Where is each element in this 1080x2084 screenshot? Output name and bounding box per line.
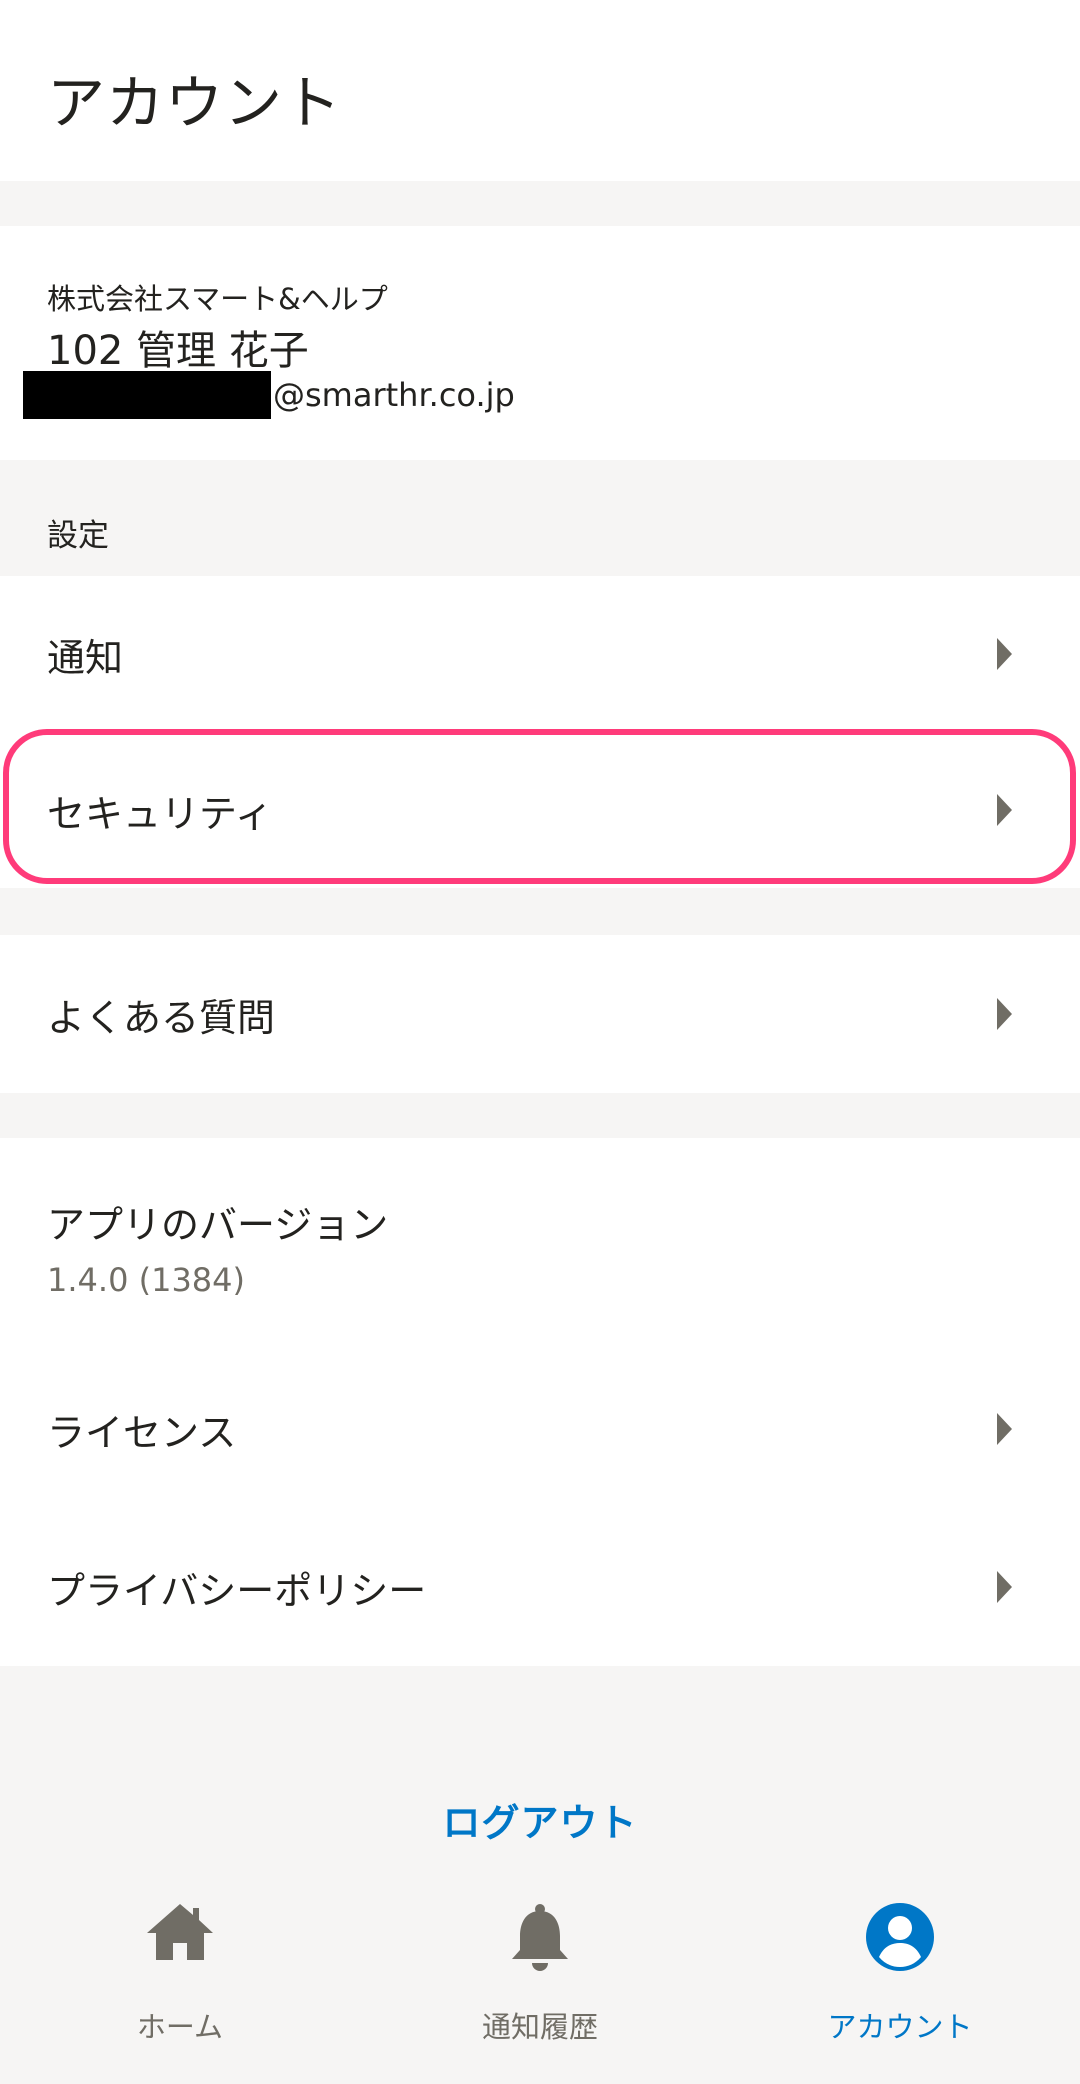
tab-label: アカウント — [827, 2010, 973, 2044]
settings-item-notifications[interactable]: 通知 — [0, 576, 1080, 732]
account-circle-icon — [865, 1902, 935, 1976]
app-version-item: アプリのバージョン 1.4.0 (1384) — [0, 1138, 1080, 1350]
faq-item[interactable]: よくある質問 — [0, 935, 1080, 1093]
email-row: @smarthr.co.jp — [23, 371, 515, 419]
chevron-right-icon — [997, 794, 1012, 826]
settings-item-label: 通知 — [47, 635, 124, 680]
company-name: 株式会社スマート&ヘルプ — [47, 282, 388, 316]
logout-button[interactable]: ログアウト — [0, 1792, 1080, 1847]
tab-account[interactable]: アカウント — [720, 1872, 1080, 2084]
email-domain: @smarthr.co.jp — [273, 376, 515, 414]
privacy-policy-item[interactable]: プライバシーポリシー — [0, 1508, 1080, 1666]
settings-item-label: セキュリティ — [47, 791, 273, 836]
tab-label: ホーム — [136, 2010, 224, 2044]
page-title: アカウント — [47, 69, 343, 137]
chevron-right-icon — [997, 638, 1012, 670]
divider — [0, 888, 1080, 935]
user-name: 102 管理 花子 — [47, 328, 309, 374]
faq-label: よくある質問 — [47, 995, 276, 1040]
chevron-right-icon — [997, 1413, 1012, 1445]
home-icon — [145, 1902, 215, 1966]
chevron-right-icon — [997, 1571, 1012, 1603]
app-header: アカウント — [0, 0, 1080, 181]
divider — [0, 181, 1080, 226]
profile-card: 株式会社スマート&ヘルプ 102 管理 花子 @smarthr.co.jp — [0, 226, 1080, 460]
section-header-settings: 設定 — [0, 460, 1080, 576]
email-redaction — [23, 371, 271, 419]
license-item[interactable]: ライセンス — [0, 1350, 1080, 1508]
bottom-tab-bar: ホーム 通知履歴 アカウント — [0, 1872, 1080, 2084]
privacy-policy-label: プライバシーポリシー — [47, 1568, 427, 1613]
version-value: 1.4.0 (1384) — [47, 1261, 245, 1299]
bell-icon — [508, 1902, 572, 1978]
divider — [0, 1093, 1080, 1138]
chevron-right-icon — [997, 998, 1012, 1030]
settings-item-security[interactable]: セキュリティ — [0, 732, 1080, 888]
tab-notification-history[interactable]: 通知履歴 — [360, 1872, 720, 2084]
tab-label: 通知履歴 — [481, 2010, 598, 2044]
license-label: ライセンス — [47, 1410, 237, 1455]
version-label: アプリのバージョン — [47, 1203, 389, 1247]
tab-home[interactable]: ホーム — [0, 1872, 360, 2084]
